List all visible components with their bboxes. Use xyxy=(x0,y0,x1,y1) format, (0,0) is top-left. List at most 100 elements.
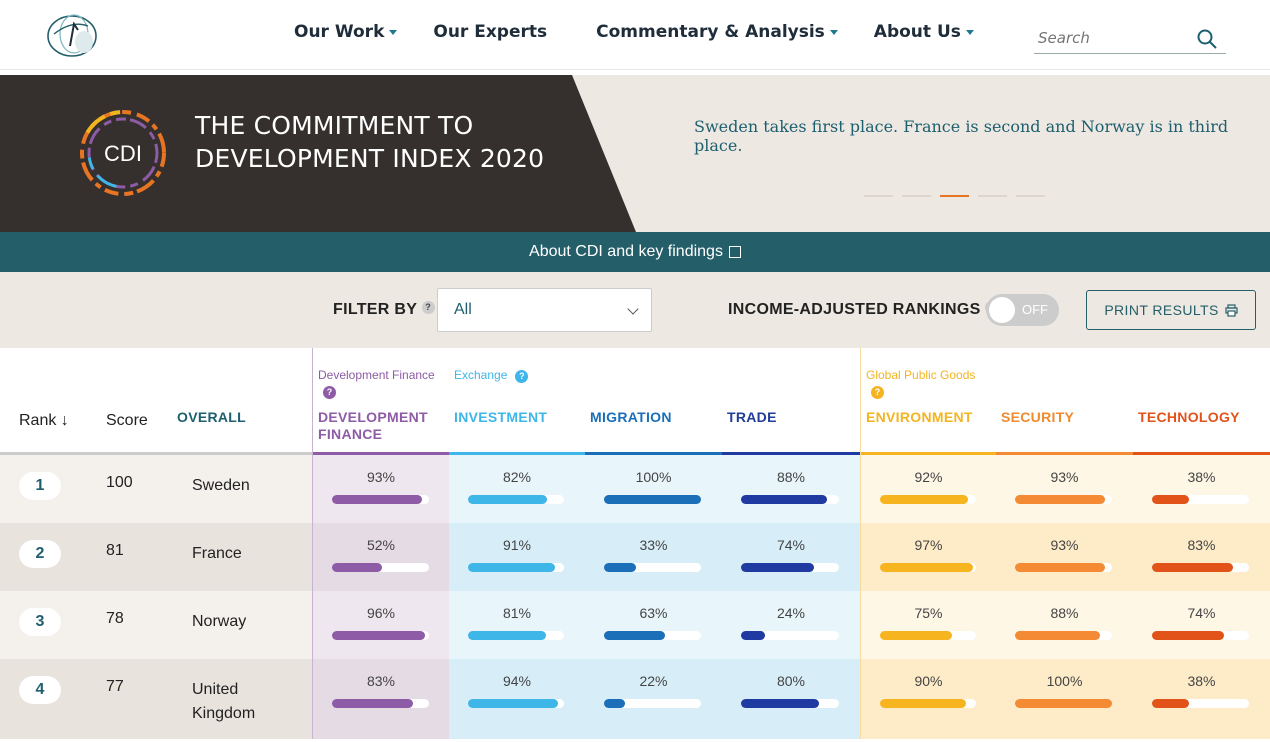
cdi-logo-badge: CDI xyxy=(80,110,166,196)
search-box xyxy=(1034,22,1226,54)
overall-header[interactable]: OVERALL xyxy=(177,409,246,425)
score-cell[interactable]: 74% xyxy=(1133,591,1270,659)
score-cell[interactable]: 94% xyxy=(449,659,585,739)
progress-fill xyxy=(604,631,665,640)
progress-fill xyxy=(1015,495,1105,504)
score-cell[interactable]: 93% xyxy=(312,455,449,523)
progress-track xyxy=(741,631,839,640)
hero-banner: CDI THE COMMITMENT TO DEVELOPMENT INDEX … xyxy=(0,75,1270,232)
score-cell[interactable]: 22% xyxy=(585,659,722,739)
score-cell[interactable]: 52% xyxy=(312,523,449,591)
search-icon[interactable] xyxy=(1196,28,1218,50)
score-cell[interactable]: 33% xyxy=(585,523,722,591)
percent-label: 38% xyxy=(1187,469,1216,485)
table-row[interactable]: 2 81 France 52% 91% 33% 74% 97% 93% 83% xyxy=(0,523,1270,591)
table-row[interactable]: 4 77 United Kingdom 83% 94% 22% 80% 90% 100% 38% xyxy=(0,659,1270,739)
nav-our-work[interactable]: Our Work xyxy=(294,22,398,42)
score-cell[interactable]: 83% xyxy=(312,659,449,739)
rank-sort-header[interactable]: Rank ↓ xyxy=(19,412,69,430)
column-header-security[interactable]: SECURITY xyxy=(996,348,1133,455)
score-cell[interactable]: 88% xyxy=(996,591,1133,659)
carousel-dot[interactable] xyxy=(902,195,931,197)
score-cell[interactable]: 80% xyxy=(722,659,860,739)
score-cell[interactable]: 96% xyxy=(312,591,449,659)
progress-track xyxy=(1152,631,1249,640)
table-row[interactable]: 3 78 Norway 96% 81% 63% 24% 75% 88% 74% xyxy=(0,591,1270,659)
score-cell[interactable]: 100% xyxy=(585,455,722,523)
carousel-dot[interactable] xyxy=(1016,195,1045,197)
column-header-trade[interactable]: TRADE xyxy=(722,348,860,455)
progress-fill xyxy=(332,631,425,640)
column-header-technology[interactable]: TECHNOLOGY xyxy=(1133,348,1270,455)
toggle-knob xyxy=(989,297,1015,323)
carousel-dot[interactable] xyxy=(864,195,893,197)
table-row[interactable]: 1 100 Sweden 93% 82% 100% 88% 92% 93% 38% xyxy=(0,455,1270,523)
score-cell[interactable]: 91% xyxy=(449,523,585,591)
score-cell[interactable]: 97% xyxy=(860,523,996,591)
score-cell[interactable]: 24% xyxy=(722,591,860,659)
help-icon[interactable]: ? xyxy=(323,386,336,399)
column-header-investment[interactable]: Exchange? INVESTMENT xyxy=(449,348,585,455)
column-name: SECURITY xyxy=(1001,409,1075,425)
progress-fill xyxy=(741,631,765,640)
column-header-migration[interactable]: MIGRATION xyxy=(585,348,722,455)
printer-icon xyxy=(1225,303,1238,317)
progress-track xyxy=(468,699,564,708)
carousel-dot-active[interactable] xyxy=(940,195,969,197)
score-cell[interactable]: 74% xyxy=(722,523,860,591)
percent-label: 94% xyxy=(502,673,532,689)
carousel-indicators xyxy=(864,195,1045,197)
help-icon[interactable]: ? xyxy=(871,386,884,399)
country-name[interactable]: Sweden xyxy=(192,474,302,498)
country-name[interactable]: France xyxy=(192,542,302,566)
score-cell[interactable]: 75% xyxy=(860,591,996,659)
filter-bar: FILTER BY ? All INCOME-ADJUSTED RANKINGS… xyxy=(0,272,1270,348)
score-cell[interactable]: 93% xyxy=(996,523,1133,591)
percent-label: 24% xyxy=(776,605,806,621)
filter-select[interactable]: All xyxy=(437,288,652,332)
score-cell[interactable]: 92% xyxy=(860,455,996,523)
score-cell[interactable]: 38% xyxy=(1133,455,1270,523)
score-cell[interactable]: 100% xyxy=(996,659,1133,739)
column-header-environment[interactable]: Global Public Goods? ENVIRONMENT xyxy=(860,348,996,455)
nav-label: Commentary & Analysis xyxy=(596,22,825,42)
score-cell[interactable]: 83% xyxy=(1133,523,1270,591)
carousel-dot[interactable] xyxy=(978,195,1007,197)
progress-fill xyxy=(332,495,422,504)
progress-track xyxy=(332,699,429,708)
column-header-development[interactable]: Development Finance? DEVELOPMENT FINANCE xyxy=(312,348,449,455)
country-name[interactable]: Norway xyxy=(192,610,302,634)
chevron-down-icon xyxy=(627,303,639,315)
cgd-globe-logo[interactable] xyxy=(44,12,100,58)
percent-label: 97% xyxy=(914,537,943,553)
nav-our-experts[interactable]: Our Experts xyxy=(433,22,547,42)
score-cell[interactable]: 81% xyxy=(449,591,585,659)
progress-track xyxy=(1015,631,1112,640)
progress-fill xyxy=(1152,563,1233,572)
score-cell[interactable]: 88% xyxy=(722,455,860,523)
group-label: Exchange? xyxy=(454,368,529,383)
score-cell[interactable]: 90% xyxy=(860,659,996,739)
rankings-table: Rank ↓ Score OVERALL Development Finance… xyxy=(0,348,1270,742)
search-input[interactable] xyxy=(1034,28,1184,47)
group-label-text: Global Public Goods xyxy=(866,368,976,382)
score-cell[interactable]: 82% xyxy=(449,455,585,523)
income-adjusted-toggle[interactable]: OFF xyxy=(986,294,1059,326)
country-name[interactable]: United Kingdom xyxy=(192,678,302,726)
nav-commentary-analysis[interactable]: Commentary & Analysis xyxy=(596,22,838,42)
progress-fill xyxy=(468,495,547,504)
progress-fill xyxy=(1015,699,1112,708)
score-cell[interactable]: 63% xyxy=(585,591,722,659)
nav-about-us[interactable]: About Us xyxy=(874,22,974,42)
rank-badge: 3 xyxy=(19,608,61,636)
progress-track xyxy=(468,495,564,504)
print-results-button[interactable]: PRINT RESULTS xyxy=(1086,290,1256,330)
progress-track xyxy=(1015,563,1112,572)
score-header: Score xyxy=(106,412,148,429)
progress-fill xyxy=(1015,563,1105,572)
help-icon[interactable]: ? xyxy=(515,370,529,383)
score-cell[interactable]: 93% xyxy=(996,455,1133,523)
help-icon[interactable]: ? xyxy=(421,301,435,314)
about-cdi-link[interactable]: About CDI and key findings xyxy=(0,232,1270,272)
score-cell[interactable]: 38% xyxy=(1133,659,1270,739)
